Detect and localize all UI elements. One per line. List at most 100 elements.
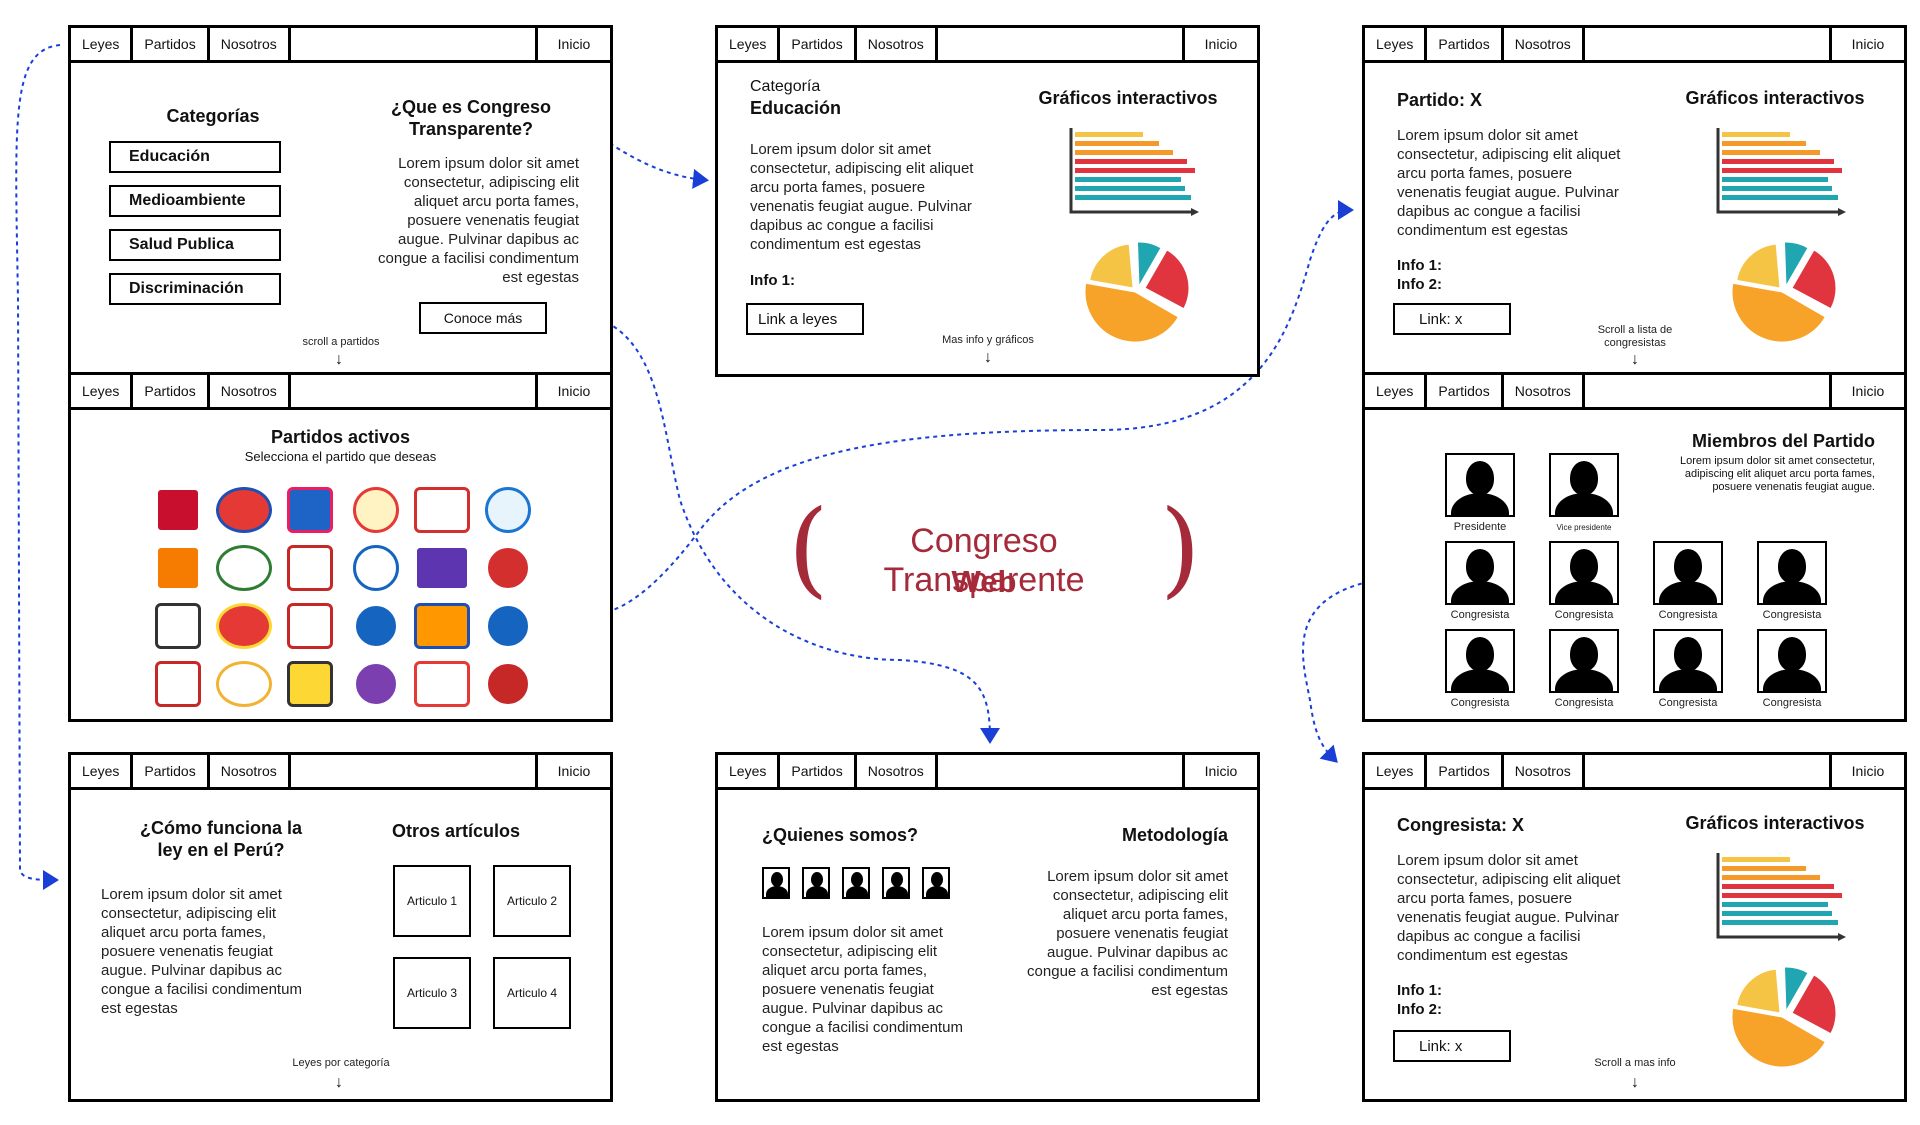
party-logo[interactable] <box>345 541 407 595</box>
nav-nosotros[interactable]: Nosotros <box>210 375 291 407</box>
article-4[interactable]: Articulo 4 <box>493 957 571 1029</box>
party-logo[interactable] <box>411 599 473 653</box>
nav-partidos[interactable]: Partidos <box>133 375 210 407</box>
party-logo[interactable] <box>411 483 473 537</box>
link-x-button[interactable]: Link: x <box>1393 303 1511 335</box>
nav-partidos[interactable]: Partidos <box>133 28 210 60</box>
nav-leyes[interactable]: Leyes <box>1365 28 1428 60</box>
down-arrow-icon: ↓ <box>1631 351 1639 368</box>
nav-partidos[interactable]: Partidos <box>1427 28 1504 60</box>
nav-partidos[interactable]: Partidos <box>780 28 857 60</box>
avatar <box>762 867 790 899</box>
category-educacion[interactable]: Educación <box>109 141 281 173</box>
nav-leyes[interactable]: Leyes <box>71 755 134 787</box>
party-logo[interactable] <box>279 483 341 537</box>
avatar-congresista[interactable] <box>1445 629 1515 693</box>
nav-inicio[interactable]: Inicio <box>1185 28 1257 60</box>
nav-partidos[interactable]: Partidos <box>1427 755 1504 787</box>
party-logo[interactable] <box>411 541 473 595</box>
party-emblem-icon <box>353 487 399 533</box>
nav-leyes[interactable]: Leyes <box>1365 755 1428 787</box>
article-2[interactable]: Articulo 2 <box>493 865 571 937</box>
nav-nosotros[interactable]: Nosotros <box>1504 28 1585 60</box>
nav-bar: Leyes Partidos Nosotros Inicio <box>718 755 1257 790</box>
nav-inicio[interactable]: Inicio <box>538 755 610 787</box>
nav-leyes[interactable]: Leyes <box>1365 375 1428 407</box>
frame-como-funciona: Leyes Partidos Nosotros Inicio ¿Cómo fun… <box>68 752 613 1102</box>
nav-inicio[interactable]: Inicio <box>1832 375 1904 407</box>
party-emblem-icon <box>485 545 531 591</box>
party-logo[interactable] <box>213 599 275 653</box>
nav-nosotros[interactable]: Nosotros <box>1504 375 1585 407</box>
avatar <box>882 867 910 899</box>
categorias-title: Categorías <box>166 106 260 126</box>
party-logo[interactable] <box>147 541 209 595</box>
article-1[interactable]: Articulo 1 <box>393 865 471 937</box>
party-logo[interactable] <box>411 657 473 711</box>
nav-partidos[interactable]: Partidos <box>780 755 857 787</box>
scroll-hint: Scroll a lista de congresistas <box>1597 324 1673 349</box>
nav-inicio[interactable]: Inicio <box>1185 755 1257 787</box>
party-logo[interactable] <box>147 483 209 537</box>
nav-leyes[interactable]: Leyes <box>718 755 781 787</box>
party-logo[interactable] <box>213 657 275 711</box>
party-logo[interactable] <box>345 657 407 711</box>
nav-inicio[interactable]: Inicio <box>538 28 610 60</box>
nav-nosotros[interactable]: Nosotros <box>210 28 291 60</box>
nav-leyes[interactable]: Leyes <box>718 28 781 60</box>
avatar-vice[interactable] <box>1549 453 1619 517</box>
party-logo[interactable] <box>213 483 275 537</box>
info-1: Info 1: <box>750 272 795 289</box>
party-logo[interactable] <box>147 599 209 653</box>
congresista-text: Lorem ipsum dolor sit amet consectetur, … <box>1397 852 1621 964</box>
info-1: Info 1: <box>1397 257 1442 274</box>
nav-leyes[interactable]: Leyes <box>71 375 134 407</box>
article-3[interactable]: Articulo 3 <box>393 957 471 1029</box>
link-x-button[interactable]: Link: x <box>1393 1030 1511 1062</box>
party-logo[interactable] <box>279 541 341 595</box>
nav-nosotros[interactable]: Nosotros <box>857 28 938 60</box>
brand-logo: ( Congreso Transparente Web ) <box>788 492 1201 612</box>
category-salud-publica[interactable]: Salud Publica <box>109 229 281 261</box>
avatar-congresista[interactable] <box>1653 629 1723 693</box>
link-leyes-button[interactable]: Link a leyes <box>746 303 864 335</box>
nav-leyes[interactable]: Leyes <box>71 28 134 60</box>
nav-nosotros[interactable]: Nosotros <box>857 755 938 787</box>
avatar-congresista[interactable] <box>1757 629 1827 693</box>
party-logo[interactable] <box>345 599 407 653</box>
party-logo[interactable] <box>147 657 209 711</box>
nav-nosotros[interactable]: Nosotros <box>1504 755 1585 787</box>
nav-bar: Leyes Partidos Nosotros Inicio <box>71 375 610 410</box>
frame-nosotros: Leyes Partidos Nosotros Inicio ¿Quienes … <box>715 752 1260 1102</box>
party-logo[interactable] <box>345 483 407 537</box>
conoce-mas-button[interactable]: Conoce más <box>419 302 547 334</box>
bar-icon-segment <box>1075 177 1181 182</box>
frame-miembros: Leyes Partidos Nosotros Inicio Miembros … <box>1362 372 1907 722</box>
category-discriminacion[interactable]: Discriminación <box>109 273 281 305</box>
category-medioambiente[interactable]: Medioambiente <box>109 185 281 217</box>
party-logo[interactable] <box>279 657 341 711</box>
party-logo[interactable] <box>477 541 539 595</box>
avatar-congresista[interactable] <box>1549 541 1619 605</box>
frame-partidos: Leyes Partidos Nosotros Inicio Partidos … <box>68 372 613 722</box>
avatar-presidente[interactable] <box>1445 453 1515 517</box>
caption-presidente: Presidente <box>1453 521 1507 533</box>
party-logo[interactable] <box>477 599 539 653</box>
nav-nosotros[interactable]: Nosotros <box>210 755 291 787</box>
nav-inicio[interactable]: Inicio <box>1832 28 1904 60</box>
avatar-congresista[interactable] <box>1757 541 1827 605</box>
avatar-congresista[interactable] <box>1549 629 1619 693</box>
avatar-congresista[interactable] <box>1653 541 1723 605</box>
party-logo[interactable] <box>213 541 275 595</box>
party-logo[interactable] <box>477 657 539 711</box>
nav-inicio[interactable]: Inicio <box>538 375 610 407</box>
nav-partidos[interactable]: Partidos <box>1427 375 1504 407</box>
party-logo[interactable] <box>279 599 341 653</box>
party-emblem-icon <box>414 603 470 649</box>
nav-inicio[interactable]: Inicio <box>1832 755 1904 787</box>
party-emblem-icon <box>216 487 272 533</box>
party-logo[interactable] <box>477 483 539 537</box>
party-emblem-icon <box>414 661 470 707</box>
nav-partidos[interactable]: Partidos <box>133 755 210 787</box>
avatar-congresista[interactable] <box>1445 541 1515 605</box>
